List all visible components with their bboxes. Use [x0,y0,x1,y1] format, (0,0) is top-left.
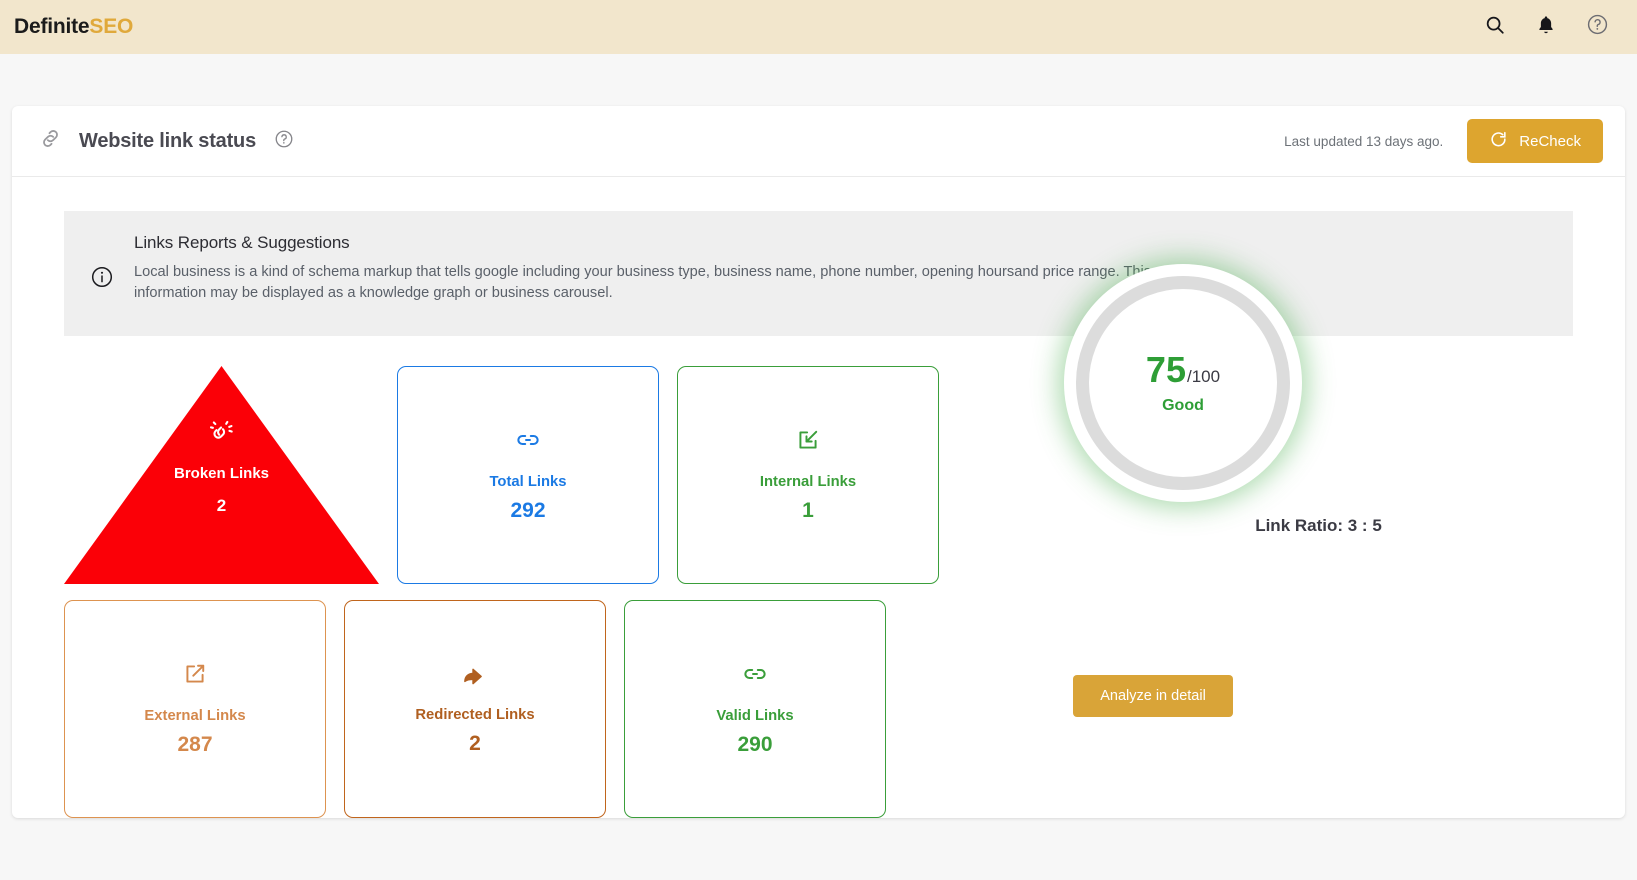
total-links-card[interactable]: Total Links 292 [397,366,659,584]
info-banner-title: Links Reports & Suggestions [134,233,350,252]
page-title: Website link status [79,129,256,152]
card-header-actions: Last updated 13 days ago. ReCheck [1284,119,1603,163]
internal-links-label: Internal Links [759,474,857,490]
total-links-value: 292 [510,499,546,522]
internal-links-value: 1 [802,499,814,522]
metrics-section: Broken Links 2 Total Links 292 Internal … [64,264,1573,818]
analyze-in-detail-button[interactable]: Analyze in detail [1073,675,1233,717]
logo-text-accent: SEO [89,15,134,38]
info-circle-icon [90,265,114,294]
metric-row-bottom: External Links 287 Redirected Links 2 Va… [64,600,964,818]
score-max: /100 [1186,366,1221,386]
broken-links-label: Broken Links [173,465,270,482]
help-circle-icon[interactable] [1586,13,1609,41]
score-value: 75 [1145,348,1186,390]
broken-link-icon [208,420,236,450]
website-link-status-card: Website link status Last updated 13 days… [12,106,1625,818]
redirected-links-card[interactable]: Redirected Links 2 [344,600,606,818]
broken-links-content: Broken Links 2 [64,418,379,516]
link-icon [742,661,768,692]
link-icon [515,427,541,458]
valid-links-label: Valid Links [716,708,794,724]
valid-links-card[interactable]: Valid Links 290 [624,600,886,818]
score-grade: Good [1162,396,1204,414]
info-banner-description: Local business is a kind of schema marku… [134,264,1152,302]
score-panel: 75 /100 Good Link Ratio: 3 : 5 Analyze i… [964,264,1573,818]
last-updated-text: Last updated 13 days ago. [1284,133,1444,149]
info-banner: Links Reports & Suggestions Local busine… [64,211,1573,336]
metric-tiles: Broken Links 2 Total Links 292 Internal … [64,366,964,818]
external-links-card[interactable]: External Links 287 [64,600,326,818]
page-content: Website link status Last updated 13 days… [0,106,1637,818]
metric-row-top: Broken Links 2 Total Links 292 Internal … [64,366,964,584]
link-ratio-text: Link Ratio: 3 : 5 [1255,516,1382,535]
score-gauge-ring: 75 /100 Good [1076,276,1290,490]
chain-link-icon [38,126,63,156]
redirected-links-value: 2 [469,732,481,755]
card-body: Links Reports & Suggestions Local busine… [12,177,1625,818]
recheck-button-label: ReCheck [1519,132,1581,150]
app-logo[interactable]: DefiniteSEO [14,15,133,39]
broken-links-value: 2 [216,496,227,515]
info-banner-text-block: Links Reports & Suggestions Local busine… [134,233,1164,304]
score-gauge: 75 /100 Good [1064,264,1302,502]
external-links-label: External Links [144,708,246,724]
arrow-into-box-icon [795,427,821,458]
topbar-actions [1484,13,1617,41]
recheck-button[interactable]: ReCheck [1467,119,1603,163]
broken-links-tile[interactable]: Broken Links 2 [64,366,379,584]
redirect-arrow-icon [461,662,489,691]
total-links-label: Total Links [489,474,567,490]
score-readout: 75 /100 [1145,348,1221,390]
external-links-value: 287 [177,733,213,756]
valid-links-value: 290 [737,733,773,756]
search-icon[interactable] [1484,14,1506,41]
top-navigation-bar: DefiniteSEO [0,0,1637,54]
external-link-icon [182,661,208,692]
card-header: Website link status Last updated 13 days… [12,106,1625,177]
logo-text-primary: Definite [14,15,90,38]
bell-icon[interactable] [1535,14,1557,41]
refresh-icon [1489,130,1508,153]
help-circle-icon[interactable] [274,129,294,154]
internal-links-card[interactable]: Internal Links 1 [677,366,939,584]
redirected-links-label: Redirected Links [415,707,535,723]
